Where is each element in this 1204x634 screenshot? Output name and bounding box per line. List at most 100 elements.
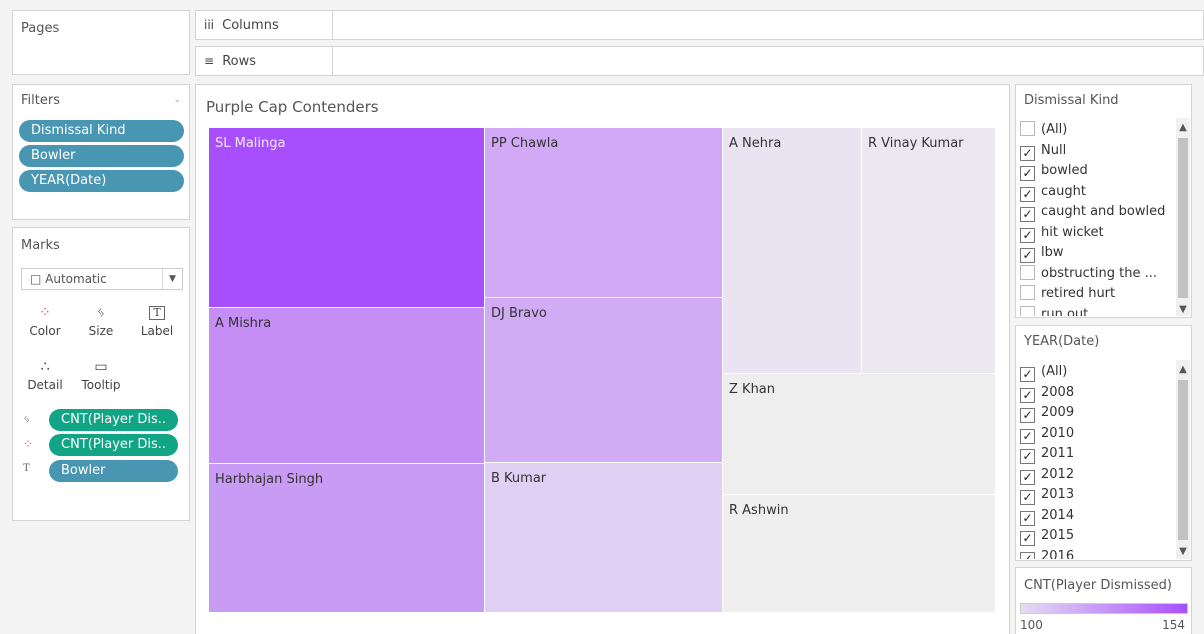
year-filter-item[interactable]: ✓ 2012	[1020, 465, 1074, 485]
year-scroll-thumb[interactable]	[1178, 380, 1188, 540]
dismissal-filter-item[interactable]: ✓ caught	[1020, 182, 1086, 202]
treemap-cell-label: R Ashwin	[729, 503, 789, 518]
size-button[interactable]: ᛃ Size	[75, 296, 127, 346]
checkbox[interactable]	[1020, 121, 1035, 136]
checkbox[interactable]	[1020, 264, 1035, 280]
dismissal-filter-item-label: run out	[1041, 306, 1089, 317]
color-button[interactable]: ⁘ Color	[19, 296, 71, 346]
year-filter-item-label: (All)	[1041, 364, 1068, 379]
dismissal-filter-item[interactable]: (All)	[1020, 120, 1067, 140]
dismissal-filter-item[interactable]: obstructing the ...	[1020, 264, 1157, 284]
checkbox[interactable]: ✓	[1020, 145, 1035, 161]
dismissal-filter-item[interactable]: ✓ Null	[1020, 141, 1066, 161]
checkbox[interactable]: ✓	[1020, 490, 1035, 505]
tooltip-button[interactable]: ▭ Tooltip	[75, 350, 127, 400]
mark-type-dropdown[interactable]: □ Automatic ▼	[21, 268, 183, 290]
treemap[interactable]: SL Malinga A Mishra Harbhajan Singh PP Chaw…	[209, 128, 996, 613]
checkbox[interactable]: ✓	[1020, 428, 1035, 444]
checkbox[interactable]: ✓	[1020, 408, 1035, 423]
checkbox[interactable]: ✓	[1020, 166, 1035, 181]
checkbox[interactable]: ✓	[1020, 186, 1035, 202]
checkbox[interactable]: ✓	[1020, 207, 1035, 222]
checkbox[interactable]: ✓	[1020, 248, 1035, 263]
year-scrollbar[interactable]: ▲ ▼	[1176, 360, 1190, 559]
dismissal-filter-item[interactable]: retired hurt	[1020, 284, 1115, 304]
dismissal-filter-item[interactable]: ✓ bowled	[1020, 161, 1088, 181]
checkbox[interactable]: ✓	[1020, 367, 1035, 382]
checkbox[interactable]: ✓	[1020, 510, 1035, 526]
checkbox[interactable]: ✓	[1020, 227, 1035, 243]
marks-field-color[interactable]: CNT(Player Dis..	[49, 434, 178, 456]
rows-icon: ≡	[204, 54, 215, 68]
year-filter-item[interactable]: ✓ (All)	[1020, 362, 1067, 382]
year-filter[interactable]: YEAR(Date) ✓ (All) ✓ 2008 ✓ 2009 ✓ 2010 ✓ 2011 ✓ 20…	[1015, 325, 1192, 561]
marks-field-size[interactable]: CNT(Player Dis..	[49, 409, 178, 431]
dismissal-scroll-thumb[interactable]	[1178, 138, 1188, 298]
dismissal-filter-item-label: caught and bowled	[1041, 204, 1166, 219]
treemap-cell[interactable]: A Nehra	[723, 128, 862, 374]
checkbox[interactable]: ✓	[1020, 387, 1035, 403]
treemap-cell[interactable]: A Mishra	[209, 308, 485, 464]
checkbox[interactable]: ✓	[1020, 531, 1035, 546]
dismissal-filter-item-label: retired hurt	[1041, 286, 1116, 301]
treemap-cell-label: Harbhajan Singh	[215, 472, 324, 487]
detail-button[interactable]: ∴ Detail	[19, 350, 71, 400]
dismissal-filter-item-label: obstructing the ...	[1041, 265, 1158, 281]
rows-shelf[interactable]: ≡ Rows	[195, 46, 1204, 76]
checkbox[interactable]	[1020, 305, 1035, 316]
year-filter-item[interactable]: ✓ 2016	[1020, 547, 1074, 559]
year-filter-item[interactable]: ✓ 2013	[1020, 485, 1074, 505]
dismissal-filter-item[interactable]: run out	[1020, 305, 1089, 317]
dismissal-filter-item[interactable]: ✓ lbw	[1020, 243, 1064, 263]
treemap-cell[interactable]: R Vinay Kumar	[862, 128, 996, 374]
filters-pane[interactable]: Filters ⌄ Dismissal Kind Bowler YEAR(Dat…	[12, 84, 190, 220]
treemap-cell-label: DJ Bravo	[491, 306, 547, 321]
dismissal-kind-filter[interactable]: Dismissal Kind (All) ✓ Null ✓ bowled ✓ caught ✓…	[1015, 84, 1192, 318]
year-filter-item[interactable]: ✓ 2008	[1020, 383, 1074, 403]
year-filter-item[interactable]: ✓ 2015	[1020, 526, 1074, 546]
treemap-cell[interactable]: B Kumar	[485, 463, 723, 613]
mark-type-value: □ Automatic	[30, 272, 107, 286]
scroll-up-icon[interactable]: ▲	[1176, 122, 1190, 133]
checkbox[interactable]	[1020, 285, 1035, 300]
treemap-cell-label: A Mishra	[215, 316, 272, 331]
year-filter-item[interactable]: ✓ 2010	[1020, 424, 1074, 444]
color-legend-min: 100	[1020, 618, 1043, 632]
color-legend[interactable]: CNT(Player Dismissed) 100 154	[1015, 567, 1192, 634]
scroll-up-icon[interactable]: ▲	[1176, 364, 1190, 375]
columns-shelf[interactable]: iii Columns	[195, 10, 1204, 40]
checkbox[interactable]: ✓	[1020, 449, 1035, 464]
treemap-cell[interactable]: Harbhajan Singh	[209, 464, 485, 613]
marks-title: Marks	[21, 238, 60, 253]
size-icon: ᛃ	[23, 412, 31, 426]
year-filter-item-label: 2014	[1041, 507, 1075, 523]
treemap-cell[interactable]: SL Malinga	[209, 128, 485, 308]
filter-pill-bowler[interactable]: Bowler	[19, 145, 184, 167]
dismissal-filter-item[interactable]: ✓ caught and bowled	[1020, 202, 1165, 222]
scroll-down-icon[interactable]: ▼	[1176, 546, 1190, 557]
filter-pill-dismissal-kind[interactable]: Dismissal Kind	[19, 120, 184, 142]
year-filter-item[interactable]: ✓ 2011	[1020, 444, 1074, 464]
tooltip-button-label: Tooltip	[81, 378, 121, 392]
filters-menu-icon[interactable]: ⌄	[173, 95, 181, 105]
year-filter-item[interactable]: ✓ 2009	[1020, 403, 1074, 423]
marks-field-label[interactable]: Bowler	[49, 460, 178, 482]
dismissal-kind-title: Dismissal Kind	[1024, 93, 1119, 108]
treemap-cell-label: B Kumar	[491, 471, 547, 486]
checkbox[interactable]: ✓	[1020, 551, 1035, 559]
dismissal-scrollbar[interactable]: ▲ ▼	[1176, 118, 1190, 316]
marks-pane[interactable]: Marks □ Automatic ▼ ⁘ Color ᛃ Size T Lab…	[12, 227, 190, 521]
checkbox[interactable]: ✓	[1020, 469, 1035, 485]
treemap-cell[interactable]: PP Chawla	[485, 128, 723, 298]
scroll-down-icon[interactable]: ▼	[1176, 304, 1190, 315]
treemap-cell[interactable]: Z Khan	[723, 374, 996, 495]
pages-pane[interactable]: Pages	[12, 10, 190, 75]
filter-pill-year[interactable]: YEAR(Date)	[19, 170, 184, 192]
treemap-cell[interactable]: DJ Bravo	[485, 298, 723, 463]
dismissal-filter-item[interactable]: ✓ hit wicket	[1020, 223, 1104, 243]
viz-pane[interactable]: Purple Cap Contenders SL Malinga A Mishra…	[195, 84, 1010, 634]
color-button-label: Color	[29, 324, 61, 338]
treemap-cell[interactable]: R Ashwin	[723, 495, 996, 613]
label-button[interactable]: T Label	[131, 296, 183, 346]
year-filter-item[interactable]: ✓ 2014	[1020, 506, 1074, 526]
